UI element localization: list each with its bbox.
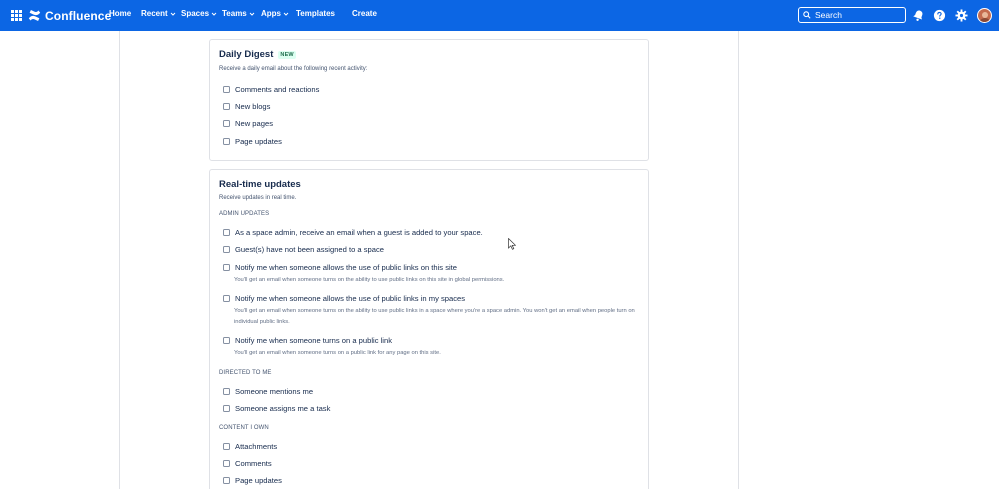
create-button-label: Create (352, 9, 377, 18)
option-label: Comments and reactions (235, 85, 320, 94)
admin-option-public-links-site[interactable]: Notify me when someone allows the use of… (223, 263, 457, 272)
checkbox[interactable] (223, 229, 230, 236)
option-label: Notify me when someone turns on a public… (235, 336, 393, 345)
checkbox[interactable] (223, 405, 230, 412)
chevron-down-icon (249, 12, 255, 16)
directed-option-mentions[interactable]: Someone mentions me (223, 387, 313, 396)
confluence-logo[interactable]: Confluence (28, 8, 111, 23)
checkbox[interactable] (223, 460, 230, 467)
option-label: Someone assigns me a task (235, 404, 331, 413)
checkbox[interactable] (223, 103, 230, 110)
checkbox[interactable] (223, 443, 230, 450)
app-switcher-icon[interactable] (11, 10, 22, 21)
settings-icon[interactable] (955, 9, 968, 22)
logo-text: Confluence (45, 8, 112, 23)
daily-digest-description: Receive a daily email about the followin… (219, 66, 368, 72)
option-label: Attachments (235, 442, 278, 451)
admin-option-guest-added[interactable]: As a space admin, receive an email when … (223, 228, 483, 237)
admin-option-public-link-turned-on[interactable]: Notify me when someone turns on a public… (223, 336, 392, 345)
nav-apps-label: Apps (261, 9, 281, 18)
nav-templates[interactable]: Templates (296, 9, 335, 18)
nav-recent[interactable]: Recent (141, 9, 176, 18)
chevron-down-icon (283, 12, 289, 16)
checkbox[interactable] (223, 295, 230, 302)
nav-recent-label: Recent (141, 9, 168, 18)
option-label: New pages (235, 119, 273, 128)
content-option-comments[interactable]: Comments (223, 459, 272, 468)
create-button[interactable]: Create (352, 9, 377, 18)
chevron-down-icon (211, 12, 217, 16)
checkbox[interactable] (223, 388, 230, 395)
daily-digest-title: Daily Digest NEW (219, 49, 296, 60)
mouse-cursor-icon (508, 238, 516, 250)
nav-apps[interactable]: Apps (261, 9, 289, 18)
realtime-title-text: Real-time updates (219, 179, 301, 190)
confluence-logo-icon (28, 9, 41, 22)
daily-digest-card: Daily Digest NEW Receive a daily email a… (209, 39, 649, 161)
checkbox[interactable] (223, 86, 230, 93)
option-label: New blogs (235, 102, 271, 111)
nav-teams-label: Teams (222, 9, 247, 18)
daily-digest-title-text: Daily Digest (219, 49, 274, 60)
content-i-own-label: CONTENT I OWN (219, 425, 269, 431)
realtime-updates-card: Real-time updates Receive updates in rea… (209, 169, 649, 489)
checkbox[interactable] (223, 477, 230, 484)
directed-to-me-label: DIRECTED TO ME (219, 370, 272, 376)
notifications-icon[interactable] (912, 9, 925, 22)
content-option-page-updates[interactable]: Page updates (223, 476, 282, 485)
content-column-border-right (738, 31, 739, 489)
search-box[interactable] (798, 7, 906, 23)
option-label: Notify me when someone allows the use of… (235, 294, 466, 303)
directed-option-task-assigned[interactable]: Someone assigns me a task (223, 404, 330, 413)
nav-home[interactable]: Home (109, 9, 131, 18)
option-label: Page updates (235, 137, 282, 146)
admin-updates-label: ADMIN UPDATES (219, 211, 270, 217)
option-label: Guest(s) have not been assigned to a spa… (235, 245, 385, 254)
new-badge: NEW (278, 50, 296, 59)
digest-option-new-pages[interactable]: New pages (223, 119, 273, 128)
realtime-description: Receive updates in real time. (219, 195, 297, 201)
public-links-spaces-help: You'll get an email when someone turns o… (234, 308, 635, 325)
admin-option-public-links-spaces[interactable]: Notify me when someone allows the use of… (223, 294, 465, 303)
option-label: Comments (235, 459, 272, 468)
search-icon (803, 11, 811, 19)
nav-templates-label: Templates (296, 9, 335, 18)
option-label: Notify me when someone allows the use of… (235, 263, 458, 272)
option-label: As a space admin, receive an email when … (235, 228, 483, 237)
nav-spaces[interactable]: Spaces (181, 9, 217, 18)
content-column-border-left (119, 31, 120, 489)
checkbox[interactable] (223, 138, 230, 145)
public-links-site-help: You'll get an email when someone turns o… (234, 277, 505, 283)
option-label: Page updates (235, 476, 282, 485)
admin-option-guests-unassigned[interactable]: Guest(s) have not been assigned to a spa… (223, 245, 384, 254)
top-navigation: Confluence Home Recent Spaces Teams Apps… (0, 0, 999, 31)
digest-option-page-updates[interactable]: Page updates (223, 137, 282, 146)
search-input[interactable] (815, 10, 895, 20)
checkbox[interactable] (223, 120, 230, 127)
checkbox[interactable] (223, 337, 230, 344)
digest-option-comments-reactions[interactable]: Comments and reactions (223, 85, 319, 94)
nav-teams[interactable]: Teams (222, 9, 255, 18)
content-option-attachments[interactable]: Attachments (223, 442, 277, 451)
public-link-turned-on-help: You'll get an email when someone turns o… (234, 350, 441, 356)
nav-home-label: Home (109, 9, 132, 18)
chevron-down-icon (170, 12, 176, 16)
help-icon[interactable] (933, 9, 946, 22)
checkbox[interactable] (223, 264, 230, 271)
avatar[interactable] (977, 8, 992, 23)
option-label: Someone mentions me (235, 387, 314, 396)
digest-option-new-blogs[interactable]: New blogs (223, 102, 270, 111)
checkbox[interactable] (223, 246, 230, 253)
nav-spaces-label: Spaces (181, 9, 210, 18)
realtime-title: Real-time updates (219, 179, 301, 190)
